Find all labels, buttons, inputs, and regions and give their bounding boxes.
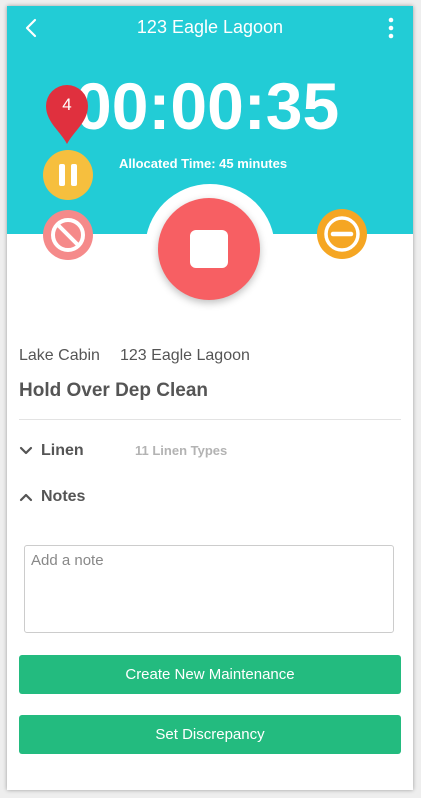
linen-section-label: Linen	[41, 442, 84, 459]
stop-button[interactable]	[158, 198, 260, 300]
linen-types-count: 11 Linen Types	[135, 443, 228, 458]
set-discrepancy-button[interactable]: Set Discrepancy	[19, 715, 401, 754]
location-address: 123 Eagle Lagoon	[120, 347, 250, 364]
note-input[interactable]	[24, 545, 394, 633]
notification-badge[interactable]: 4	[44, 84, 90, 146]
chevron-up-icon	[19, 493, 33, 502]
pause-button[interactable]	[43, 150, 93, 200]
minus-button[interactable]	[317, 209, 367, 259]
cancel-task-button[interactable]	[43, 210, 93, 260]
elapsed-timer: 00:00:35	[75, 69, 340, 143]
create-maintenance-button[interactable]: Create New Maintenance	[19, 655, 401, 694]
block-icon	[51, 218, 85, 252]
location-type: Lake Cabin	[19, 347, 100, 364]
page-title: 123 Eagle Lagoon	[136, 17, 284, 37]
linen-section-toggle[interactable]: Linen	[19, 438, 84, 464]
allocated-time-label: Allocated Time: 45 minutes	[119, 156, 288, 171]
task-name: Hold Over Dep Clean	[19, 380, 208, 401]
back-button[interactable]	[17, 14, 45, 42]
minus-icon	[324, 216, 360, 252]
notes-section-toggle[interactable]: Notes	[19, 484, 85, 510]
chevron-down-icon	[19, 446, 33, 455]
notes-section-label: Notes	[41, 488, 86, 505]
more-vertical-icon	[388, 17, 394, 39]
stop-icon	[190, 230, 228, 268]
top-bar: 123 Eagle Lagoon	[7, 6, 413, 50]
chevron-left-icon	[25, 18, 37, 38]
more-menu-button[interactable]	[377, 14, 405, 42]
pause-icon	[59, 164, 77, 186]
divider	[19, 419, 401, 420]
map-pin-icon	[46, 85, 88, 144]
badge-count: 4	[62, 95, 72, 114]
app-screen: 123 Eagle Lagoon 00:00:35 Allocated Time…	[7, 6, 413, 790]
